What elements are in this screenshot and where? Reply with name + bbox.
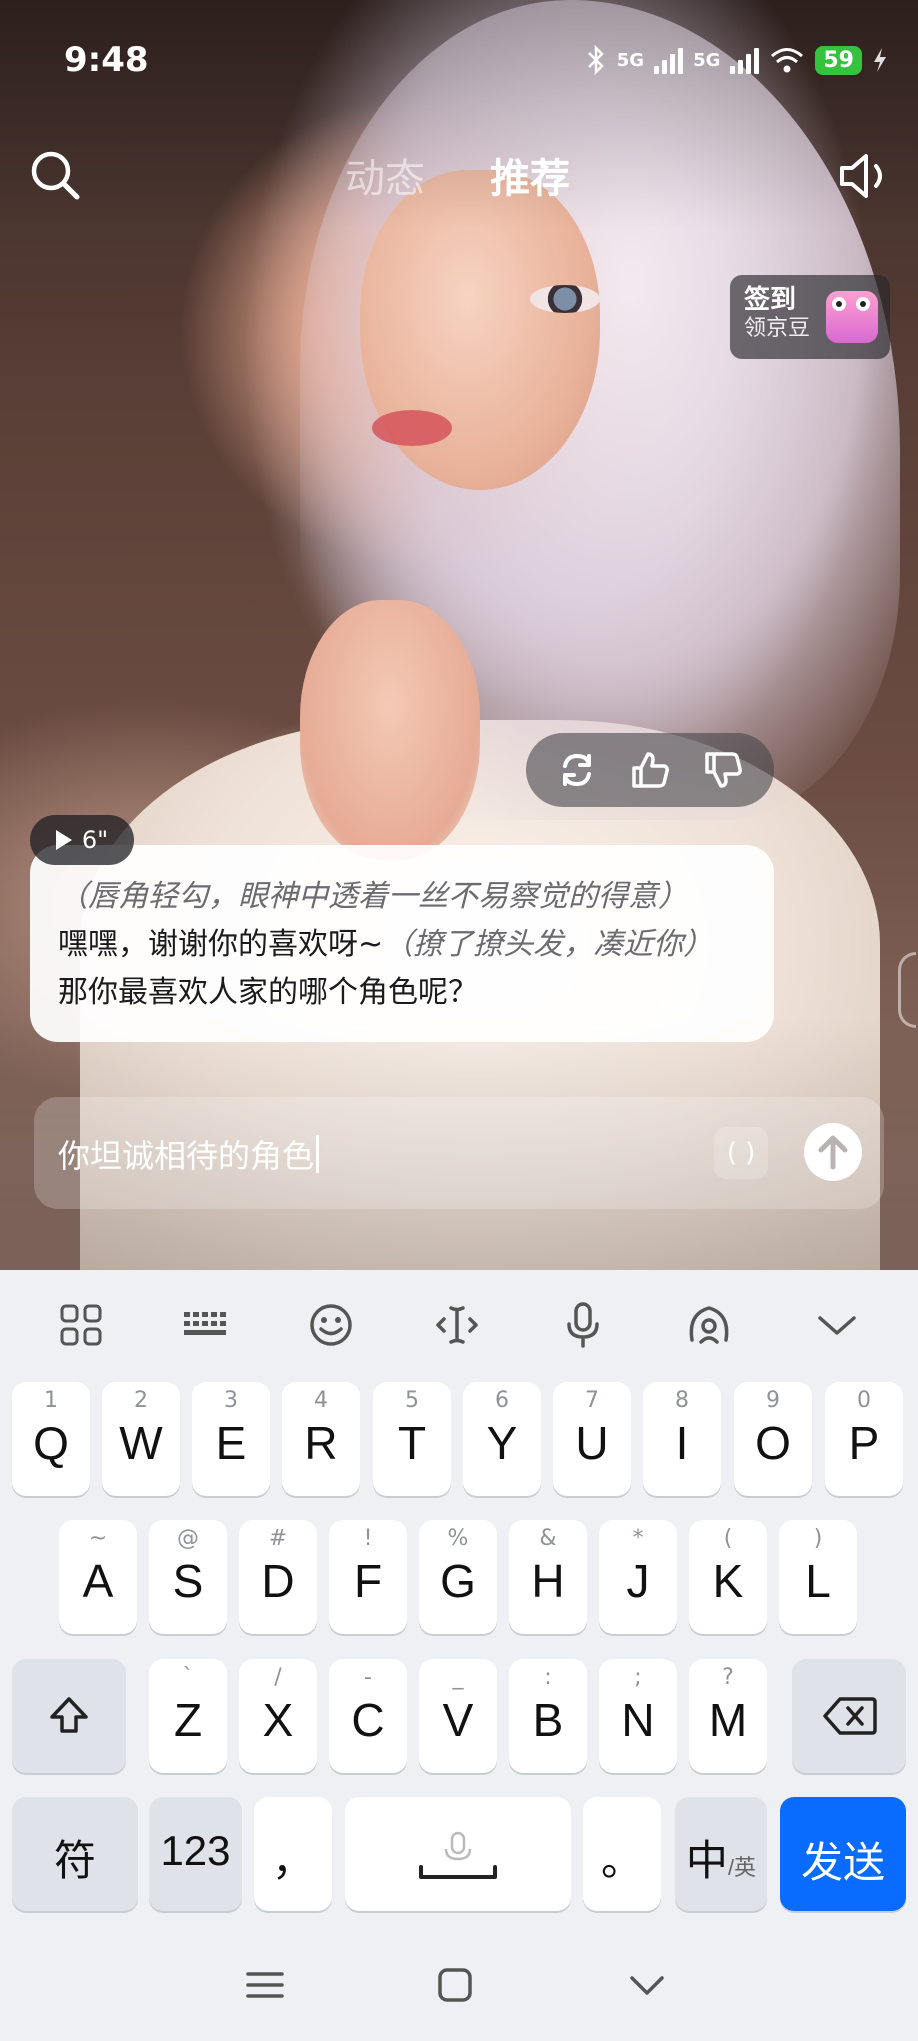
key-j[interactable]: * J xyxy=(599,1520,677,1634)
key-m[interactable]: ? M xyxy=(689,1659,767,1773)
key-o[interactable]: 9O xyxy=(734,1382,812,1496)
key-f[interactable]: ! F xyxy=(329,1520,407,1634)
send-button[interactable] xyxy=(804,1123,862,1181)
key-h[interactable]: & H xyxy=(509,1520,587,1634)
cursor-icon[interactable] xyxy=(432,1300,482,1350)
message-action: （撩了撩头发，凑近你） xyxy=(383,927,714,962)
key-e[interactable]: 3E xyxy=(192,1382,270,1496)
thumbs-up-icon[interactable] xyxy=(628,748,672,792)
key-z[interactable]: ` Z xyxy=(149,1659,227,1773)
search-button[interactable] xyxy=(28,148,82,202)
key-n[interactable]: ; N xyxy=(599,1659,677,1773)
message-text: 那你最喜欢人家的哪个角色呢？ xyxy=(58,975,478,1010)
search-icon xyxy=(31,151,80,200)
key-w[interactable]: 2W xyxy=(102,1382,180,1496)
key-v[interactable]: _ V xyxy=(419,1659,497,1773)
keyboard: 1Q 2W 3E 4R 5T 6Y 7U 8I 9O 0P ~ A @ S # D !… xyxy=(0,1270,918,2041)
charging-icon xyxy=(874,48,886,72)
message-line-3: 那你最喜欢人家的哪个角色呢？ xyxy=(58,969,746,1017)
network-label-2: 5G xyxy=(693,49,721,71)
arrow-up-icon xyxy=(818,1135,848,1170)
key-q[interactable]: 1Q xyxy=(12,1382,90,1496)
key-g[interactable]: % G xyxy=(419,1520,497,1634)
gift-icon xyxy=(826,291,878,343)
key-c[interactable]: -C xyxy=(329,1659,407,1773)
language-switch-key[interactable]: 中/英 xyxy=(675,1797,767,1911)
message-input[interactable]: 你坦诚相待的角色 xyxy=(58,1131,320,1177)
key-i[interactable]: 8I xyxy=(643,1382,721,1496)
tab-recommend[interactable]: 推荐 xyxy=(490,146,570,204)
input-value: 你坦诚相待的角色 xyxy=(58,1137,315,1175)
symbols-key[interactable]: 符 xyxy=(12,1797,138,1911)
message-action: （唇角轻勾，眼神中透着一丝不易察觉的得意） xyxy=(58,879,688,914)
voice-assistant-icon[interactable] xyxy=(684,1300,734,1350)
top-nav: 动态 推荐 xyxy=(0,140,918,210)
voice-duration: 6" xyxy=(81,826,109,854)
status-icons: 5G 5G 59 xyxy=(585,45,888,75)
key-d[interactable]: # D xyxy=(239,1520,317,1634)
message-line-1: （唇角轻勾，眼神中透着一丝不易察觉的得意） xyxy=(58,873,746,921)
sound-button[interactable] xyxy=(836,148,896,204)
space-mic-icon xyxy=(419,1831,497,1879)
status-time: 9:48 xyxy=(64,40,149,80)
key-y[interactable]: 6Y xyxy=(463,1382,541,1496)
signin-badge[interactable]: 签到 领京豆 xyxy=(730,275,890,359)
message-line-2: 嘿嘿，谢谢你的喜欢呀~（撩了撩头发，凑近你） xyxy=(58,921,746,969)
key-t[interactable]: 5T xyxy=(373,1382,451,1496)
wifi-icon xyxy=(771,48,804,73)
keyboard-toolbar xyxy=(0,1270,918,1380)
message-text: 嘿嘿，谢谢你的喜欢呀~ xyxy=(58,927,384,962)
thumbs-down-icon[interactable] xyxy=(701,748,745,792)
key-x[interactable]: / X xyxy=(239,1659,317,1773)
play-icon xyxy=(55,830,72,850)
key-r[interactable]: 4R xyxy=(282,1382,360,1496)
tab-dynamic[interactable]: 动态 xyxy=(345,146,425,204)
key-p[interactable]: 0P xyxy=(825,1382,903,1496)
key-u[interactable]: 7U xyxy=(553,1382,631,1496)
action-bracket-button[interactable]: ( ) xyxy=(714,1127,768,1179)
shift-icon xyxy=(50,1697,88,1733)
key-b[interactable]: :B xyxy=(509,1659,587,1773)
numbers-key[interactable]: 123 xyxy=(149,1797,242,1911)
period-key[interactable]: 。 xyxy=(583,1797,661,1911)
backspace-icon xyxy=(823,1697,877,1735)
send-key[interactable]: 发送 xyxy=(780,1797,906,1911)
backspace-key[interactable] xyxy=(792,1659,906,1773)
key-k[interactable]: (K xyxy=(689,1520,767,1634)
shift-key[interactable] xyxy=(12,1659,126,1773)
key-s[interactable]: @ S xyxy=(149,1520,227,1634)
system-nav-bar xyxy=(0,1950,918,2020)
speaker-icon xyxy=(840,154,882,198)
chat-bubble: （唇角轻勾，眼神中透着一丝不易察觉的得意） 嘿嘿，谢谢你的喜欢呀~（撩了撩头发，… xyxy=(30,845,774,1042)
microphone-icon[interactable] xyxy=(558,1300,608,1350)
refresh-icon[interactable] xyxy=(555,748,599,792)
side-handle[interactable] xyxy=(898,952,916,1028)
collapse-icon[interactable] xyxy=(812,1300,862,1350)
grid-icon[interactable] xyxy=(56,1300,106,1350)
voice-play-button[interactable]: 6" xyxy=(30,815,134,865)
space-key[interactable] xyxy=(345,1797,571,1911)
home-icon[interactable] xyxy=(430,1960,480,2010)
lang-secondary: /英 xyxy=(727,1855,757,1880)
signal-icon xyxy=(730,46,760,74)
lang-primary: 中 xyxy=(685,1837,728,1884)
text-caret xyxy=(316,1135,320,1173)
message-input-bar[interactable]: 你坦诚相待的角色 ( ) xyxy=(34,1097,884,1209)
bluetooth-icon xyxy=(587,45,604,75)
key-a[interactable]: ~ A xyxy=(59,1520,137,1634)
battery-indicator: 59 xyxy=(815,45,862,75)
emoji-icon[interactable] xyxy=(306,1300,356,1350)
network-label-1: 5G xyxy=(616,49,645,71)
status-bar: 9:48 5G 5G 59 xyxy=(64,30,888,90)
menu-icon[interactable] xyxy=(240,1960,290,2010)
back-icon[interactable] xyxy=(622,1960,672,2010)
comma-key[interactable]: ， xyxy=(254,1797,332,1911)
key-l[interactable]: ) L xyxy=(779,1520,857,1634)
signal-icon xyxy=(654,46,684,74)
keyboard-icon[interactable] xyxy=(181,1300,231,1350)
reaction-bar xyxy=(526,733,774,807)
